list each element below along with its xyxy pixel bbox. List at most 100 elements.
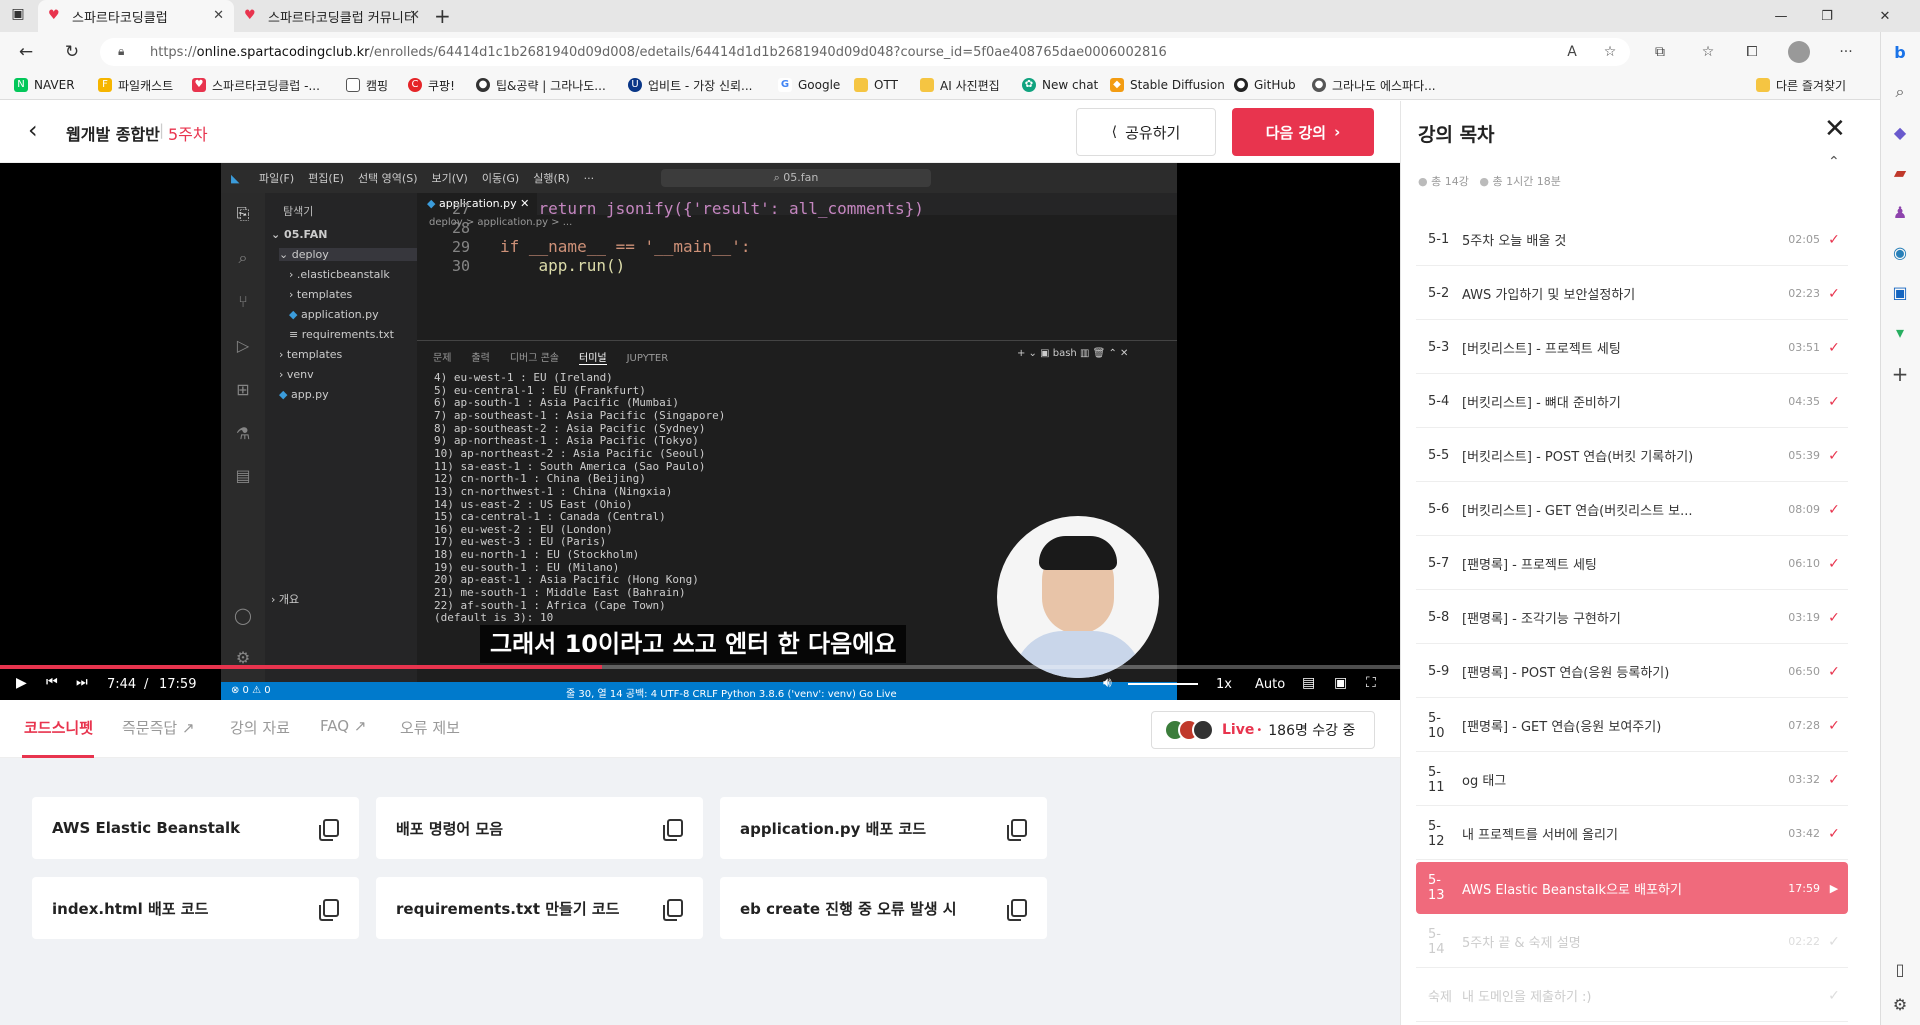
- snippet-card[interactable]: AWS Elastic Beanstalk: [32, 797, 359, 859]
- test-icon: ⚗: [235, 424, 251, 443]
- tab-code-snippet[interactable]: 코드스니펫: [24, 717, 93, 738]
- copy-icon[interactable]: [319, 819, 339, 841]
- previous-icon[interactable]: ⏮: [46, 675, 58, 690]
- tab-faq[interactable]: FAQ ↗: [320, 717, 366, 735]
- share-button[interactable]: ⟨ 공유하기: [1076, 108, 1216, 156]
- next-lecture-button[interactable]: 다음 강의 ›: [1232, 108, 1374, 156]
- toc-item[interactable]: 숙제 내 도메인을 제출하기 :) ✓: [1416, 970, 1848, 1022]
- toc-item[interactable]: 5-1 5주차 오늘 배울 것 02:05 ✓: [1416, 214, 1848, 266]
- quality-button[interactable]: Auto: [1255, 677, 1285, 692]
- bookmark-granado[interactable]: ● 그라나도 에스파다...: [1312, 70, 1436, 100]
- toc-item[interactable]: 5-13 AWS Elastic Beanstalk으로 배포하기 17:59 ▶: [1416, 862, 1848, 914]
- toc-item[interactable]: 5-9 [팬명록] - POST 연습(응원 등록하기) 06:50 ✓: [1416, 646, 1848, 698]
- bookmark-stable-diffusion[interactable]: ◆ Stable Diffusion: [1110, 70, 1225, 100]
- address-bar[interactable]: https://online.spartacodingclub.kr/enrol…: [100, 38, 1630, 66]
- tab-lecture-materials[interactable]: 강의 자료: [230, 717, 290, 738]
- toc-item[interactable]: 5-2 AWS 가입하기 및 보안설정하기 02:23 ✓: [1416, 268, 1848, 320]
- bookmark-sparta[interactable]: ♥ 스파르타코딩클럽 -...: [192, 70, 320, 100]
- toc-item[interactable]: 5-11 og 태그 03:32 ✓: [1416, 754, 1848, 806]
- copy-icon[interactable]: [663, 819, 683, 841]
- volume-slider[interactable]: [1128, 683, 1198, 685]
- bookmark-camping[interactable]: 캠핑: [346, 70, 388, 100]
- toc-item[interactable]: 5-12 내 프로젝트를 서버에 올리기 03:42 ✓: [1416, 808, 1848, 860]
- microsoft365-icon[interactable]: ◉: [1886, 238, 1914, 266]
- read-aloud-icon[interactable]: A: [1560, 40, 1584, 64]
- close-icon[interactable]: ✕: [409, 8, 420, 23]
- settings-icon[interactable]: ⚙: [1886, 990, 1914, 1018]
- bookmark-coupang[interactable]: C 쿠팡!: [408, 70, 455, 100]
- refresh-icon[interactable]: ↻: [60, 40, 84, 64]
- add-favorite-icon[interactable]: ☆: [1598, 40, 1622, 64]
- search-icon: ⌕: [238, 248, 248, 267]
- sidebar-toggle-icon[interactable]: ▯: [1886, 955, 1914, 983]
- toc-item[interactable]: 5-10 [팬명록] - GET 연습(응원 보여주기) 07:28 ✓: [1416, 700, 1848, 752]
- toc-item[interactable]: 5-4 [버킷리스트] - 뼈대 준비하기 04:35 ✓: [1416, 376, 1848, 428]
- toc-item-title: 내 도메인을 제출하기 :): [1462, 990, 1592, 1005]
- copy-icon[interactable]: [1007, 819, 1027, 841]
- toc-item-title: [버킷리스트] - GET 연습(버킷리스트 보...: [1462, 504, 1693, 519]
- bookmark-granado-tips[interactable]: ● 팁&공략 | 그라나도...: [476, 70, 606, 100]
- copy-icon[interactable]: [1007, 899, 1027, 921]
- collections-icon[interactable]: ⧠: [1740, 40, 1764, 64]
- bookmark-google[interactable]: G Google: [778, 70, 840, 100]
- extensions-icon[interactable]: ⧉: [1648, 40, 1672, 64]
- fullscreen-icon[interactable]: ⛶: [1366, 675, 1376, 691]
- browser-tab-2[interactable]: ♥ 스파르타코딩클럽 커뮤니티 | 스 ✕: [234, 0, 430, 32]
- pip-icon[interactable]: ▣: [1334, 675, 1347, 691]
- play-icon[interactable]: ▶: [16, 675, 27, 691]
- tab-report-error[interactable]: 오류 제보: [400, 717, 460, 738]
- volume-icon[interactable]: 🔊︎: [1103, 675, 1112, 691]
- toc-item[interactable]: 5-8 [팬명록] - 조각기능 구현하기 03:19 ✓: [1416, 592, 1848, 644]
- new-tab-button[interactable]: +: [434, 4, 451, 28]
- search-icon[interactable]: ⌕: [1886, 78, 1914, 106]
- bookmark-ott[interactable]: OTT: [854, 70, 898, 100]
- toc-item[interactable]: 5-5 [버킷리스트] - POST 연습(버킷 기록하기) 05:39 ✓: [1416, 430, 1848, 482]
- close-icon[interactable]: ✕: [1824, 116, 1846, 142]
- browser-tab-1[interactable]: ♥ 스파르타코딩클럽 ✕: [38, 0, 234, 32]
- captions-icon[interactable]: ▤: [1302, 675, 1315, 691]
- bookmark-other-folder[interactable]: 다른 즐겨찾기: [1756, 70, 1846, 100]
- tab-instant-qa[interactable]: 즉문즉답 ↗: [122, 717, 195, 738]
- bookmark-upbit[interactable]: U 업비트 - 가장 신뢰...: [628, 70, 753, 100]
- snippet-card[interactable]: requirements.txt 만들기 코드: [376, 877, 703, 939]
- tab-actions-icon[interactable]: ▣: [8, 6, 28, 26]
- games-icon[interactable]: ♟: [1886, 198, 1914, 226]
- drop-icon[interactable]: ▾: [1886, 318, 1914, 346]
- add-icon[interactable]: +: [1886, 360, 1914, 388]
- lock-icon[interactable]: 🔒︎: [118, 44, 124, 59]
- next-icon[interactable]: ⏭: [76, 675, 88, 690]
- folder-icon: [920, 78, 934, 92]
- bookmark-filecast[interactable]: F 파일캐스트: [98, 70, 173, 100]
- speed-button[interactable]: 1x: [1216, 677, 1232, 692]
- bookmark-github[interactable]: ● GitHub: [1234, 70, 1296, 100]
- chevron-up-icon[interactable]: ⌃: [1828, 154, 1840, 170]
- toc-item[interactable]: 5-7 [팬명록] - 프로젝트 세팅 06:10 ✓: [1416, 538, 1848, 590]
- snippet-card[interactable]: index.html 배포 코드: [32, 877, 359, 939]
- more-icon[interactable]: ···: [1834, 40, 1858, 64]
- toc-item[interactable]: 5-3 [버킷리스트] - 프로젝트 세팅 03:51 ✓: [1416, 322, 1848, 374]
- close-window-icon[interactable]: ✕: [1850, 0, 1920, 32]
- favorites-icon[interactable]: ☆: [1696, 40, 1720, 64]
- copy-icon[interactable]: [319, 899, 339, 921]
- shopping-icon[interactable]: ◆: [1886, 118, 1914, 146]
- bookmark-ai-photo[interactable]: AI 사진편집: [920, 70, 1000, 100]
- snippet-card[interactable]: 배포 명령어 모음: [376, 797, 703, 859]
- snippet-card[interactable]: application.py 배포 코드: [720, 797, 1047, 859]
- toc-item[interactable]: 5-14 5주차 끝 & 숙제 설명 02:22 ✓: [1416, 916, 1848, 968]
- bookmark-naver[interactable]: N NAVER: [14, 70, 75, 100]
- check-icon: ✓: [1828, 663, 1840, 680]
- restore-icon[interactable]: ❐: [1804, 0, 1850, 32]
- viewer-count: 186명 수강 중: [1268, 723, 1356, 739]
- back-arrow-icon[interactable]: ‹: [28, 118, 38, 142]
- toc-item[interactable]: 5-6 [버킷리스트] - GET 연습(버킷리스트 보... 08:09 ✓: [1416, 484, 1848, 536]
- outlook-icon[interactable]: ▣: [1886, 278, 1914, 306]
- bing-icon[interactable]: b: [1886, 38, 1914, 66]
- tools-icon[interactable]: ▰: [1886, 158, 1914, 186]
- snippet-card[interactable]: eb create 진행 중 오류 발생 시: [720, 877, 1047, 939]
- bookmark-new-chat[interactable]: ✿ New chat: [1022, 70, 1098, 100]
- copy-icon[interactable]: [663, 899, 683, 921]
- back-icon[interactable]: ←: [14, 40, 38, 64]
- profile-avatar[interactable]: [1788, 41, 1810, 63]
- minimize-icon[interactable]: —: [1758, 0, 1804, 32]
- close-icon[interactable]: ✕: [213, 8, 224, 23]
